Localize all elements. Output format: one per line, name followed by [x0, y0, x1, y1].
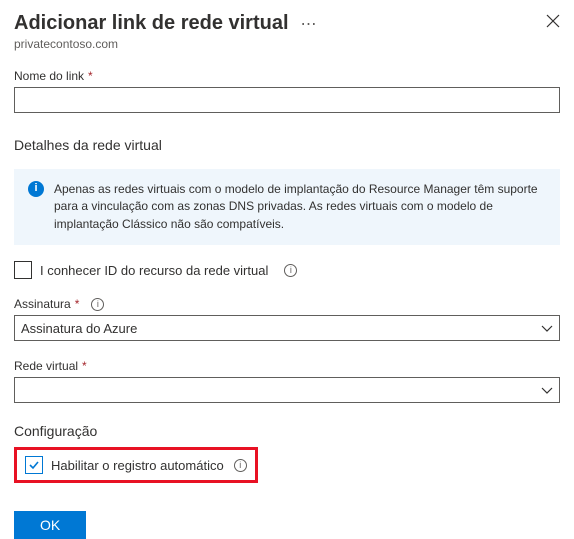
- highlight-annotation: Habilitar o registro automático i: [14, 447, 258, 483]
- subscription-label-text: Assinatura: [14, 297, 71, 311]
- checkmark-icon: [28, 459, 40, 471]
- required-indicator: *: [82, 359, 87, 373]
- blade-title: Adicionar link de rede virtual: [14, 12, 289, 35]
- help-icon[interactable]: i: [91, 298, 104, 311]
- config-heading: Configuração: [14, 423, 560, 439]
- blade-subtitle: privatecontoso.com: [14, 37, 560, 51]
- vnet-details-heading: Detalhes da rede virtual: [14, 137, 560, 153]
- resource-id-checkbox-label: I conhecer ID do recurso da rede virtual: [40, 263, 268, 278]
- auto-registration-label: Habilitar o registro automático: [51, 458, 224, 473]
- link-name-label: Nome do link *: [14, 69, 560, 83]
- info-banner-text: Apenas as redes virtuais com o modelo de…: [54, 181, 546, 233]
- help-icon[interactable]: i: [284, 264, 297, 277]
- subscription-select[interactable]: Assinatura do Azure: [14, 315, 560, 341]
- help-icon[interactable]: i: [234, 459, 247, 472]
- required-indicator: *: [88, 69, 93, 83]
- required-indicator: *: [75, 297, 80, 311]
- vnet-label: Rede virtual *: [14, 359, 560, 373]
- vnet-label-text: Rede virtual: [14, 359, 78, 373]
- chevron-down-icon: [541, 383, 553, 398]
- link-name-input[interactable]: [14, 87, 560, 113]
- subscription-label: Assinatura * i: [14, 297, 560, 311]
- chevron-down-icon: [541, 321, 553, 336]
- info-banner: i Apenas as redes virtuais com o modelo …: [14, 169, 560, 245]
- more-actions-icon[interactable]: ⋯: [301, 14, 318, 34]
- ok-button[interactable]: OK: [14, 511, 86, 539]
- link-name-label-text: Nome do link: [14, 69, 84, 83]
- resource-id-checkbox[interactable]: [14, 261, 32, 279]
- close-button[interactable]: [546, 14, 560, 31]
- close-icon: [546, 14, 560, 28]
- info-icon: i: [28, 181, 44, 197]
- vnet-select[interactable]: [14, 377, 560, 403]
- subscription-selected-value: Assinatura do Azure: [21, 321, 137, 336]
- auto-registration-checkbox[interactable]: [25, 456, 43, 474]
